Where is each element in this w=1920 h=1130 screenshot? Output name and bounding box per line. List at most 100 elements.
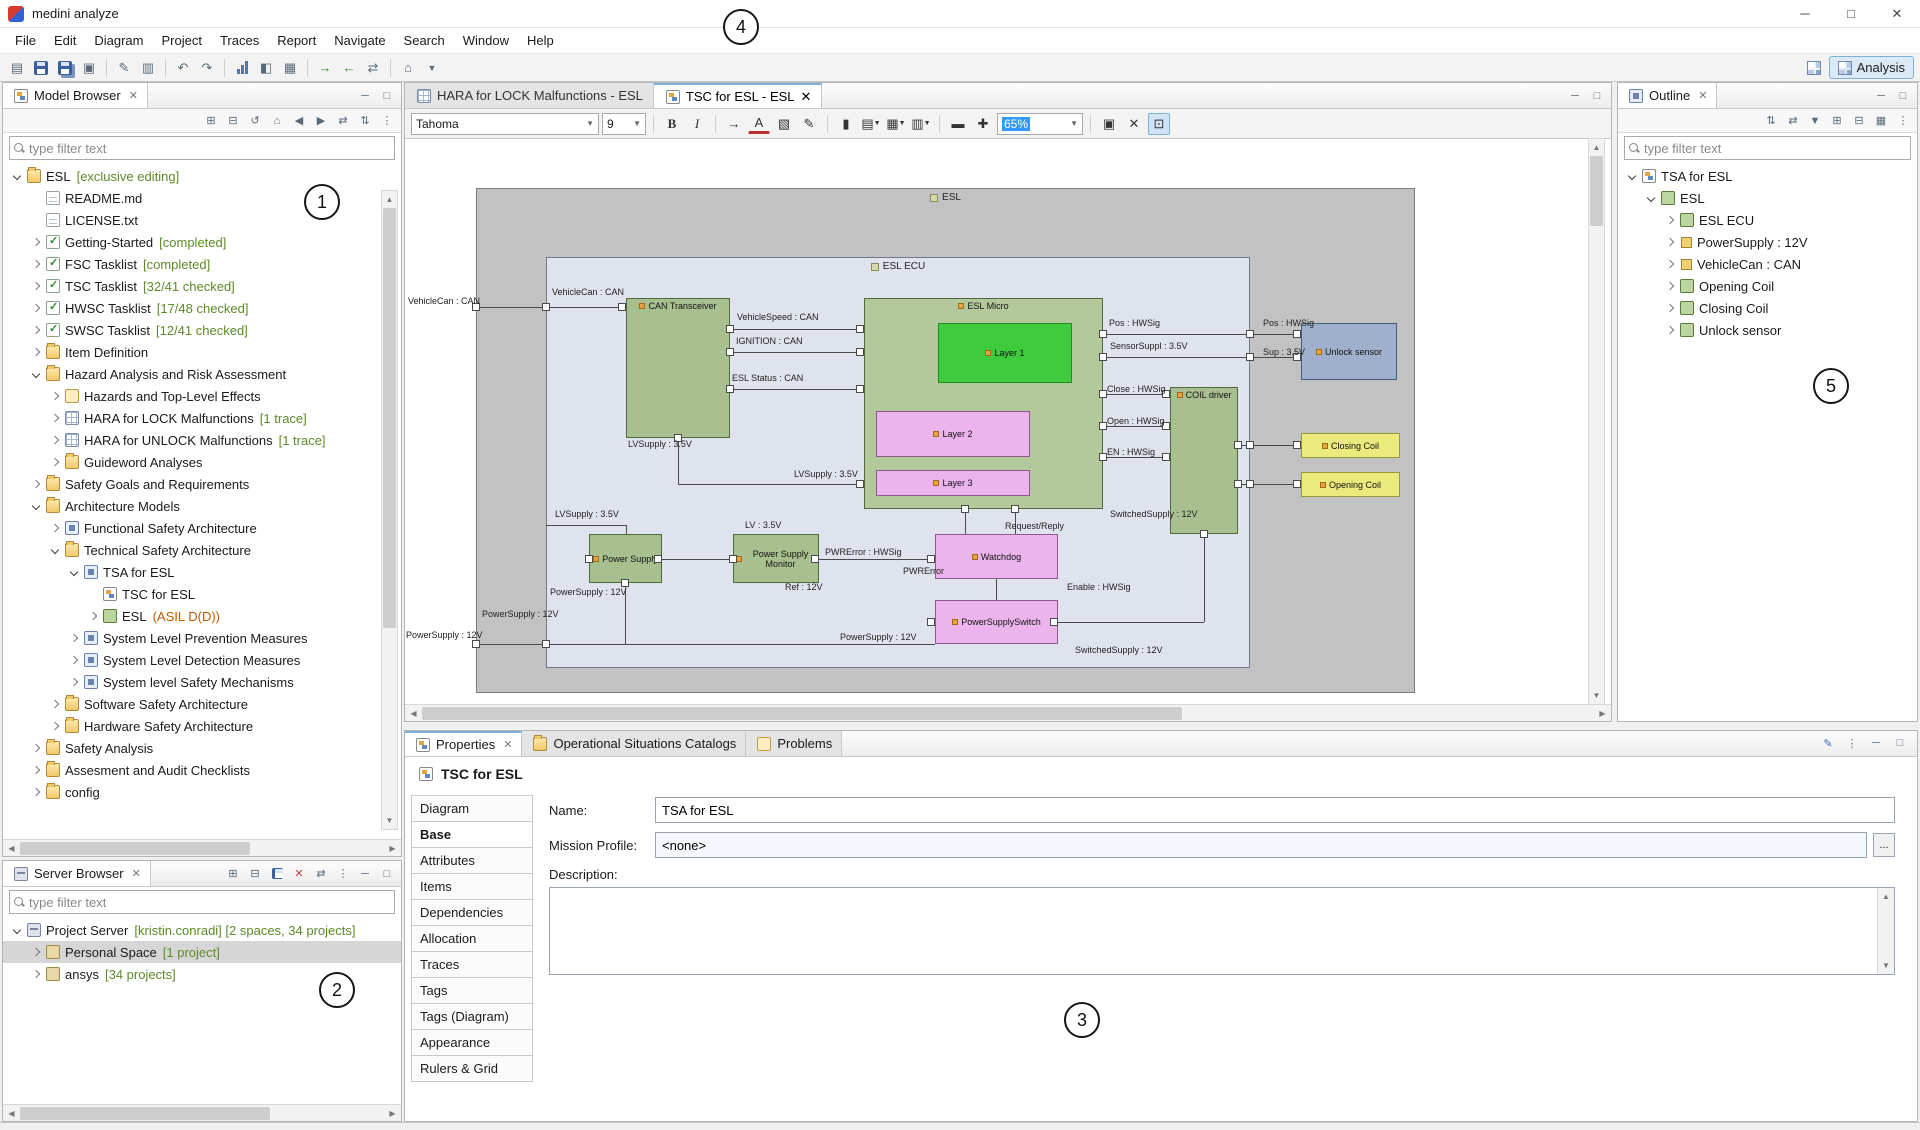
port[interactable] <box>726 385 734 393</box>
chart-icon[interactable] <box>231 57 253 79</box>
collapse-all-icon[interactable]: ⊟ <box>1849 111 1869 131</box>
toggle-grid-button[interactable]: ⊡ <box>1148 113 1170 135</box>
save-icon[interactable] <box>30 57 52 79</box>
bold-button[interactable]: B <box>661 113 683 135</box>
maximize-view-icon[interactable]: □ <box>1893 86 1913 106</box>
tree-item-hwsc-tasklist[interactable]: HWSC Tasklist[17/48 checked] <box>3 297 401 319</box>
chevron-right-icon[interactable] <box>70 678 78 686</box>
port[interactable] <box>472 640 480 648</box>
tree-item-software-safety-architecture[interactable]: Software Safety Architecture <box>3 693 401 715</box>
menu-diagram[interactable]: Diagram <box>85 29 152 52</box>
tree-item-hazards-and-top-level-effects[interactable]: Hazards and Top-Level Effects <box>3 385 401 407</box>
closing-coil-block[interactable]: Closing Coil <box>1301 433 1400 458</box>
tree-item-safety-analysis[interactable]: Safety Analysis <box>3 737 401 759</box>
chevron-right-icon[interactable] <box>32 766 40 774</box>
category-base[interactable]: Base <box>411 821 533 848</box>
tree-item-fsc-tasklist[interactable]: FSC Tasklist[completed] <box>3 253 401 275</box>
tab-server-browser[interactable]: Server Browser ✕ <box>3 861 151 886</box>
edit-icon[interactable]: ✎ <box>113 57 135 79</box>
close-icon[interactable]: ✕ <box>1698 89 1707 102</box>
chevron-right-icon[interactable] <box>32 304 40 312</box>
layout-icon[interactable]: ▦ <box>1871 111 1891 131</box>
chevron-right-icon[interactable] <box>51 436 59 444</box>
port[interactable] <box>726 325 734 333</box>
chevron-right-icon[interactable] <box>51 722 59 730</box>
power-supply-switch-block[interactable]: PowerSupplySwitch <box>935 600 1058 644</box>
tree-item-powersupply-12v[interactable]: PowerSupply : 12V <box>1618 231 1917 253</box>
port[interactable] <box>1200 530 1208 538</box>
tab-tsc-for-esl[interactable]: TSC for ESL - ESL ✕ <box>654 83 823 108</box>
chevron-right-icon[interactable] <box>51 392 59 400</box>
minimize-editor-icon[interactable]: ─ <box>1565 86 1585 106</box>
close-icon[interactable]: ✕ <box>503 738 512 751</box>
view-menu-icon[interactable]: ⋮ <box>1893 111 1913 131</box>
port[interactable] <box>856 325 864 333</box>
tab-outline[interactable]: Outline ✕ <box>1618 83 1717 108</box>
menu-navigate[interactable]: Navigate <box>325 29 394 52</box>
redo-icon[interactable]: ↷ <box>196 57 218 79</box>
font-family-combo[interactable]: Tahoma▼ <box>411 113 599 135</box>
menu-search[interactable]: Search <box>395 29 454 52</box>
tree-item-hardware-safety-architecture[interactable]: Hardware Safety Architecture <box>3 715 401 737</box>
tree-item-config[interactable]: config <box>3 781 401 803</box>
port[interactable] <box>542 303 550 311</box>
tab-properties[interactable]: Properties✕ <box>405 731 522 756</box>
editor-hscrollbar[interactable]: ◀ ▶ <box>405 704 1611 721</box>
chevron-right-icon[interactable] <box>32 480 40 488</box>
tree-item-tsc-for-esl[interactable]: TSC for ESL <box>3 583 401 605</box>
sync-icon[interactable]: ⇄ <box>362 57 384 79</box>
chevron-right-icon[interactable] <box>70 634 78 642</box>
tree-item-personal-space[interactable]: Personal Space[1 project] <box>3 941 401 963</box>
dropdown-icon[interactable]: ▼ <box>421 57 443 79</box>
minimize-view-icon[interactable]: ─ <box>355 86 375 106</box>
port[interactable] <box>1099 390 1107 398</box>
tree-item-license-txt[interactable]: LICENSE.txt <box>3 209 401 231</box>
chevron-down-icon[interactable] <box>1647 194 1655 202</box>
server-browser-filter-input[interactable] <box>29 895 390 910</box>
order-button[interactable]: ▥▼ <box>910 113 932 135</box>
chevron-right-icon[interactable] <box>32 970 40 978</box>
align-button[interactable]: ▤▼ <box>860 113 882 135</box>
save-icon[interactable] <box>267 864 287 884</box>
chevron-right-icon[interactable] <box>32 788 40 796</box>
minimize-view-icon[interactable]: ─ <box>1871 86 1891 106</box>
menu-project[interactable]: Project <box>152 29 210 52</box>
link-icon[interactable]: ⇄ <box>1783 111 1803 131</box>
print-icon[interactable]: ▣ <box>78 57 100 79</box>
sort-icon[interactable]: ⇅ <box>1761 111 1781 131</box>
forward-icon[interactable]: ▶ <box>311 111 331 131</box>
tree-item-system-level-safety-mechanisms[interactable]: System level Safety Mechanisms <box>3 671 401 693</box>
chevron-right-icon[interactable] <box>51 700 59 708</box>
chevron-right-icon[interactable] <box>70 656 78 664</box>
home-icon[interactable]: ⌂ <box>397 57 419 79</box>
port[interactable] <box>1234 441 1242 449</box>
tree-item-project-server[interactable]: Project Server[kristin.conradi] [2 space… <box>3 919 401 941</box>
port[interactable] <box>811 555 819 563</box>
tree-item-closing-coil[interactable]: Closing Coil <box>1618 297 1917 319</box>
fit-page-button[interactable]: ▣ <box>1098 113 1120 135</box>
chevron-right-icon[interactable] <box>51 414 59 422</box>
tree-item-getting-started[interactable]: Getting-Started[completed] <box>3 231 401 253</box>
outline-filter-input[interactable] <box>1644 141 1906 156</box>
model-browser-filter-input[interactable] <box>29 141 390 156</box>
chevron-right-icon[interactable] <box>1666 238 1674 246</box>
chevron-right-icon[interactable] <box>32 238 40 246</box>
link-icon[interactable]: ⇄ <box>311 864 331 884</box>
chevron-right-icon[interactable] <box>1666 304 1674 312</box>
category-items[interactable]: Items <box>411 873 533 900</box>
tree-item-esl[interactable]: ESL <box>1618 187 1917 209</box>
port[interactable] <box>1246 441 1254 449</box>
back-icon[interactable]: ◀ <box>289 111 309 131</box>
layer-3-block[interactable]: Layer 3 <box>876 470 1030 496</box>
sort-icon[interactable]: ⇅ <box>355 111 375 131</box>
layer-2-block[interactable]: Layer 2 <box>876 411 1030 457</box>
chevron-down-icon[interactable] <box>70 568 78 576</box>
category-tags[interactable]: Tags <box>411 977 533 1004</box>
port[interactable] <box>1011 505 1019 513</box>
port[interactable] <box>1099 353 1107 361</box>
port[interactable] <box>1099 330 1107 338</box>
close-button[interactable]: ✕ <box>1874 0 1920 28</box>
pin-editor-icon[interactable]: ✎ <box>1818 733 1838 753</box>
port[interactable] <box>927 618 935 626</box>
italic-button[interactable]: I <box>686 113 708 135</box>
